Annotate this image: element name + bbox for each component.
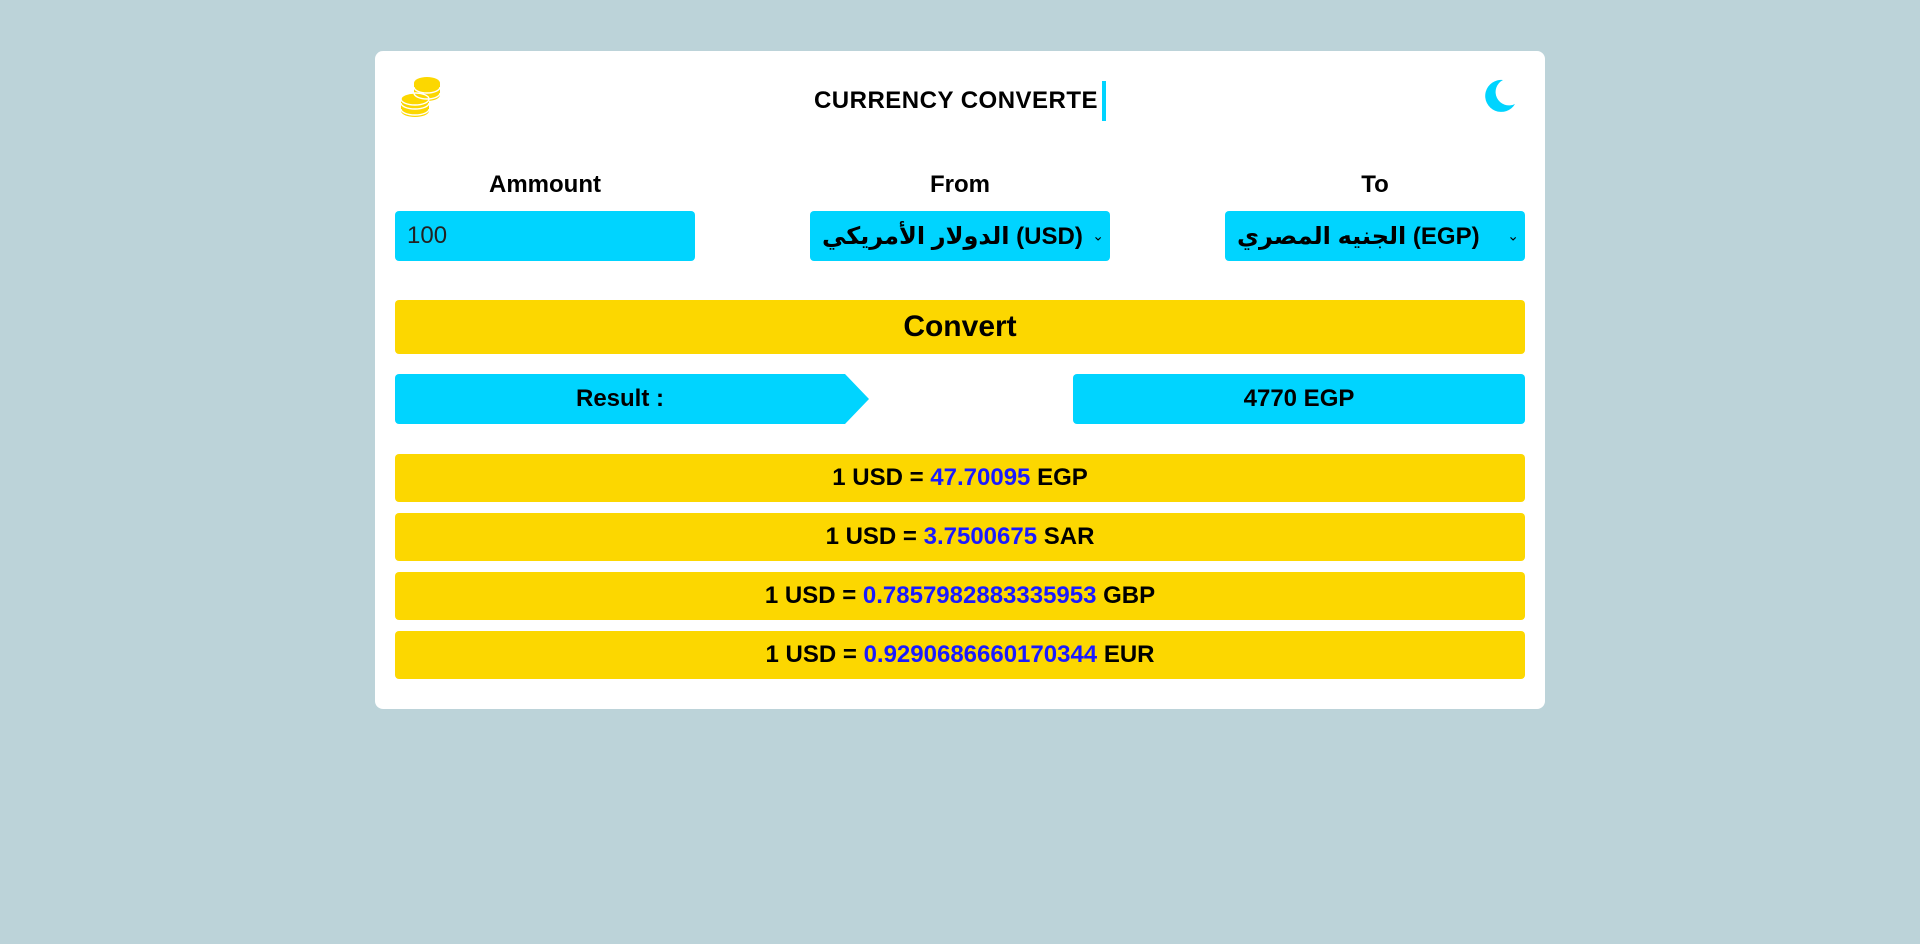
rate-value: 3.7500675 [923, 523, 1038, 550]
rate-row-egp: 1 USD = 47.70095 EGP [395, 454, 1525, 502]
convert-button[interactable]: Convert [395, 300, 1525, 354]
to-select[interactable]: الجنيه المصري (EGP) ⌄ [1225, 211, 1525, 261]
rate-prefix: 1 USD = [765, 641, 857, 668]
rate-value: 0.9290686660170344 [863, 641, 1098, 668]
moon-icon[interactable] [1479, 77, 1517, 115]
chevron-down-icon: ⌄ [1092, 227, 1104, 244]
from-selected-value: الدولار الأمريكي (USD) [822, 222, 1083, 250]
rate-value: 47.70095 [930, 464, 1031, 491]
to-field: To الجنيه المصري (EGP) ⌄ [1225, 169, 1525, 261]
amount-input[interactable] [395, 211, 695, 261]
rate-currency: SAR [1043, 523, 1095, 550]
to-selected-value: الجنيه المصري (EGP) [1237, 222, 1480, 250]
amount-label: Ammount [489, 171, 601, 198]
rate-currency: EGP [1037, 464, 1088, 491]
rate-prefix: 1 USD = [832, 464, 924, 491]
amount-field: Ammount [395, 169, 695, 261]
page-title: CURRENCY CONVERTE [814, 81, 1107, 121]
to-label: To [1361, 171, 1389, 198]
from-field: From الدولار الأمريكي (USD) ⌄ [810, 169, 1110, 261]
rate-currency: EUR [1103, 641, 1155, 668]
result-value: 4770 EGP [1073, 374, 1525, 424]
rate-currency: GBP [1103, 582, 1156, 609]
chevron-down-icon: ⌄ [1507, 227, 1519, 244]
rate-prefix: 1 USD = [825, 523, 917, 550]
rate-row-sar: 1 USD = 3.7500675 SAR [395, 513, 1525, 561]
rate-value: 0.7857982883335953 [862, 582, 1097, 609]
rate-row-gbp: 1 USD = 0.7857982883335953 GBP [395, 572, 1525, 620]
from-label: From [930, 171, 990, 198]
from-select[interactable]: الدولار الأمريكي (USD) ⌄ [810, 211, 1110, 261]
converter-card: CURRENCY CONVERTE Ammount From الدولار ا… [375, 51, 1545, 709]
rate-row-eur: 1 USD = 0.9290686660170344 EUR [395, 631, 1525, 679]
result-arrow [845, 374, 869, 424]
header: CURRENCY CONVERTE [375, 81, 1545, 121]
result-label: Result : [575, 385, 664, 412]
rate-prefix: 1 USD = [764, 582, 857, 609]
amount-input-box[interactable] [395, 211, 695, 261]
